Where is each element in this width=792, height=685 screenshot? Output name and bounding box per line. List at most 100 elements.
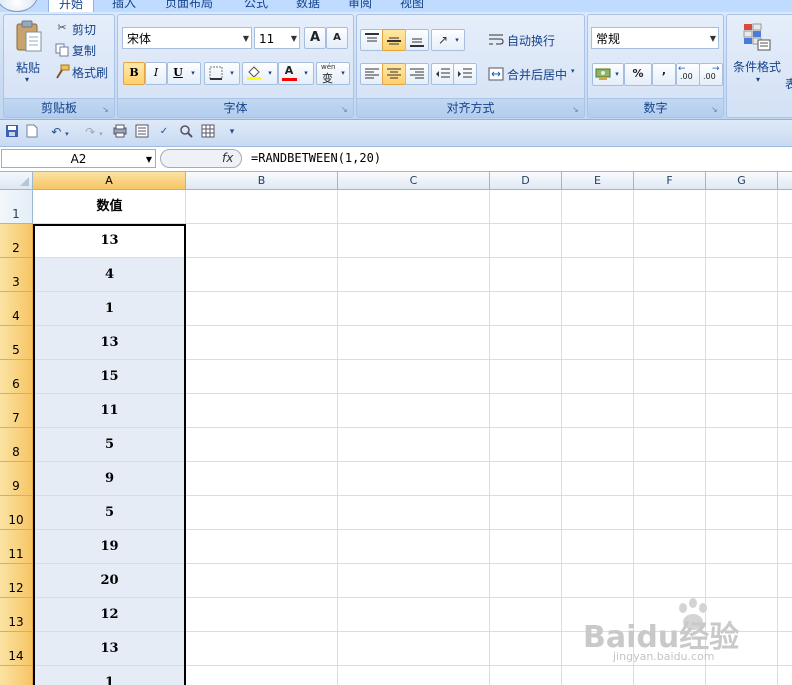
italic-button[interactable]: I: [145, 62, 167, 85]
shrink-font-button[interactable]: A: [326, 27, 348, 49]
row-header[interactable]: 8: [0, 428, 33, 462]
row-header[interactable]: 2: [0, 224, 33, 258]
row-header[interactable]: 6: [0, 360, 33, 394]
row-header[interactable]: 10: [0, 496, 33, 530]
borders-grid-icon[interactable]: [200, 124, 216, 140]
new-document-icon[interactable]: [24, 124, 40, 140]
column-header-c[interactable]: C: [338, 172, 490, 190]
row-header[interactable]: 11: [0, 530, 33, 564]
align-bottom-button[interactable]: [405, 29, 429, 51]
cut-button[interactable]: ✂ 剪切: [52, 18, 112, 40]
dialog-launcher-icon[interactable]: ↘: [572, 105, 581, 114]
chevron-down-icon[interactable]: ▼: [146, 150, 152, 169]
decrease-decimal-button[interactable]: → .00: [699, 63, 723, 86]
row-header[interactable]: 13: [0, 598, 33, 632]
row-header[interactable]: 9: [0, 462, 33, 496]
phonetic-button[interactable]: wén 变 ▾: [316, 62, 350, 85]
cell-a5[interactable]: 13: [34, 326, 185, 359]
cell-a10[interactable]: 5: [34, 496, 185, 529]
office-button[interactable]: [0, 0, 38, 12]
redo-icon[interactable]: ↷ ▾: [80, 124, 108, 140]
align-middle-button[interactable]: [382, 29, 406, 51]
row-header[interactable]: 3: [0, 258, 33, 292]
font-size-combo[interactable]: 11 ▼: [254, 27, 300, 49]
align-left-button[interactable]: [360, 63, 384, 85]
cell-a15[interactable]: 1: [34, 666, 185, 685]
cell-a3[interactable]: 4: [34, 258, 185, 291]
cell-a9[interactable]: 9: [34, 462, 185, 495]
cell-a1[interactable]: 数值: [34, 190, 185, 223]
name-box[interactable]: A2 ▼: [1, 149, 156, 168]
row-header[interactable]: 1: [0, 190, 33, 224]
cell-a11[interactable]: 19: [34, 530, 185, 563]
print-preview-icon[interactable]: [112, 124, 128, 140]
align-right-button[interactable]: [405, 63, 429, 85]
spelling-icon[interactable]: ✓: [156, 124, 172, 140]
fill-color-button[interactable]: ▾: [242, 62, 278, 85]
comma-style-button[interactable]: ,: [652, 63, 676, 86]
cell-a2[interactable]: 13: [34, 224, 185, 257]
row-header[interactable]: [0, 666, 33, 685]
number-format-combo[interactable]: 常规 ▼: [591, 27, 719, 49]
column-header-g[interactable]: G: [706, 172, 778, 190]
zoom-icon[interactable]: [178, 124, 194, 140]
column-header-h[interactable]: [778, 172, 792, 190]
tab-page-layout[interactable]: 页面布局: [165, 0, 213, 11]
wrap-text-button[interactable]: 自动换行: [485, 29, 577, 51]
cell-a6[interactable]: 15: [34, 360, 185, 393]
dialog-launcher-icon[interactable]: ↘: [341, 105, 350, 114]
merge-center-button[interactable]: 合并后居中 ▾: [485, 63, 583, 85]
tab-view[interactable]: 视图: [400, 0, 424, 11]
cell-a4[interactable]: 1: [34, 292, 185, 325]
sort-icon[interactable]: [134, 124, 150, 140]
conditional-format-button[interactable]: 条件格式 ▾: [729, 17, 787, 91]
borders-button[interactable]: ▾: [204, 62, 240, 85]
font-color-button[interactable]: A ▾: [278, 62, 314, 85]
select-all-button[interactable]: [0, 172, 33, 190]
tab-formulas[interactable]: 公式: [244, 0, 268, 11]
align-center-button[interactable]: [382, 63, 406, 85]
tab-insert[interactable]: 插入: [112, 0, 136, 11]
copy-button[interactable]: 复制: [52, 39, 112, 61]
accounting-format-button[interactable]: ▾: [592, 63, 624, 86]
insert-function-icon[interactable]: fx: [222, 149, 233, 168]
row-header[interactable]: 5: [0, 326, 33, 360]
cell-a13[interactable]: 12: [34, 598, 185, 631]
orientation-button[interactable]: ↗ ▾: [431, 29, 465, 51]
row-header[interactable]: 14: [0, 632, 33, 666]
bold-button[interactable]: B: [123, 62, 145, 85]
customize-toolbar-icon[interactable]: ▾: [224, 124, 240, 140]
percent-button[interactable]: %: [624, 63, 652, 86]
column-header-f[interactable]: F: [634, 172, 706, 190]
increase-indent-button[interactable]: [453, 63, 477, 85]
column-header-e[interactable]: E: [562, 172, 634, 190]
increase-decimal-button[interactable]: ← .00: [676, 63, 700, 86]
column-header-a[interactable]: A: [33, 172, 186, 190]
column-header-b[interactable]: B: [186, 172, 338, 190]
cell-a14[interactable]: 13: [34, 632, 185, 665]
tab-home[interactable]: 开始: [48, 0, 95, 12]
cell-a7[interactable]: 11: [34, 394, 185, 427]
font-name-combo[interactable]: 宋体 ▼: [122, 27, 252, 49]
paste-button[interactable]: 粘贴 ▾: [8, 17, 50, 91]
dialog-launcher-icon[interactable]: ↘: [102, 105, 111, 114]
row-header[interactable]: 7: [0, 394, 33, 428]
row-header[interactable]: 12: [0, 564, 33, 598]
underline-button[interactable]: U ▾: [167, 62, 201, 85]
tab-review[interactable]: 审阅: [348, 0, 372, 11]
tab-data[interactable]: 数据: [296, 0, 320, 11]
undo-icon[interactable]: ↶ ▾: [46, 124, 74, 140]
save-icon[interactable]: [4, 124, 20, 140]
column-header-d[interactable]: D: [490, 172, 562, 190]
increase-decimal-label: .00: [680, 72, 693, 81]
format-painter-button[interactable]: 格式刷: [52, 61, 114, 83]
dialog-launcher-icon[interactable]: ↘: [711, 105, 720, 114]
row-header[interactable]: 4: [0, 292, 33, 326]
grow-font-button[interactable]: A: [304, 27, 326, 49]
cell-a8[interactable]: 5: [34, 428, 185, 461]
decrease-indent-button[interactable]: [431, 63, 455, 85]
cell-a12[interactable]: 20: [34, 564, 185, 597]
worksheet-grid[interactable]: A B C D E F G 1 2 3 4 5 6 7 8 9 10 11 12…: [0, 172, 792, 685]
formula-input[interactable]: =RANDBETWEEN(1,20): [251, 149, 381, 168]
align-top-button[interactable]: [360, 29, 384, 51]
